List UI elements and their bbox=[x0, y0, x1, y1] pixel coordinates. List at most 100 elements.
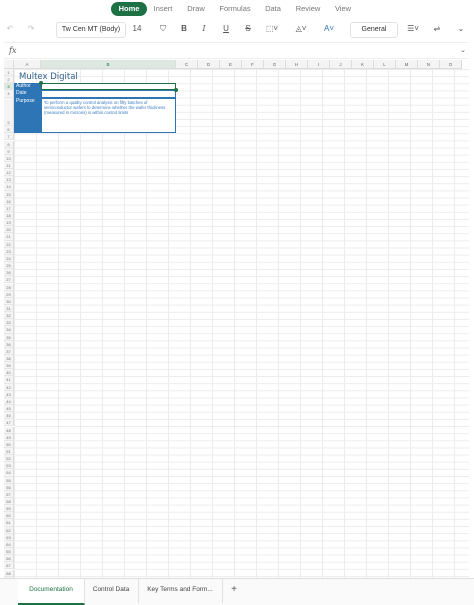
row-header[interactable]: 47 bbox=[4, 419, 14, 427]
row-header[interactable]: 61 bbox=[4, 519, 14, 527]
row-header[interactable]: 32 bbox=[4, 312, 14, 320]
redo-icon[interactable]: ↷ bbox=[24, 22, 38, 36]
row-header[interactable]: 18 bbox=[4, 212, 14, 220]
row-header[interactable]: 59 bbox=[4, 505, 14, 513]
fill-color-icon[interactable]: ◬˅ bbox=[290, 22, 312, 36]
row-header[interactable]: 54 bbox=[4, 469, 14, 477]
purpose-value[interactable]: To perform a quality control analysis on… bbox=[41, 97, 176, 134]
row-header[interactable]: 3 bbox=[4, 83, 14, 91]
row-header[interactable]: 55 bbox=[4, 476, 14, 484]
row-header[interactable]: 37 bbox=[4, 347, 14, 355]
column-header[interactable]: B bbox=[41, 60, 176, 69]
formula-bar[interactable]: fx ⌄ bbox=[4, 42, 469, 59]
row-header[interactable]: 30 bbox=[4, 297, 14, 305]
more-icon[interactable]: ⌄ bbox=[454, 22, 468, 36]
row-header[interactable]: 24 bbox=[4, 254, 14, 263]
column-header[interactable]: F bbox=[242, 60, 264, 69]
row-header[interactable]: 34 bbox=[4, 326, 14, 334]
column-header[interactable]: O bbox=[440, 60, 462, 69]
row-header[interactable]: 67 bbox=[4, 562, 14, 570]
row-header[interactable]: 43 bbox=[4, 390, 14, 398]
row-header[interactable]: 10 bbox=[4, 154, 14, 162]
selected-cell[interactable] bbox=[41, 83, 176, 91]
column-header[interactable]: N bbox=[418, 60, 440, 69]
row-header[interactable]: 58 bbox=[4, 498, 14, 506]
tab-draw[interactable]: Draw bbox=[182, 2, 210, 16]
add-sheet-button[interactable]: + bbox=[226, 579, 242, 603]
font-color-icon[interactable]: A˅ bbox=[318, 22, 340, 36]
undo-icon[interactable]: ↶ bbox=[3, 22, 17, 36]
row-header[interactable]: 65 bbox=[4, 548, 14, 556]
underline-button[interactable]: U bbox=[220, 22, 232, 36]
sheet-title[interactable]: Multex Digital bbox=[19, 72, 78, 82]
row-header[interactable]: 13 bbox=[4, 176, 14, 184]
row-header[interactable]: 17 bbox=[4, 204, 14, 212]
font-size-select[interactable]: 14 bbox=[130, 22, 144, 36]
number-format-select[interactable]: General bbox=[350, 22, 398, 38]
row-header[interactable]: 25 bbox=[4, 262, 14, 270]
row-header[interactable]: 27 bbox=[4, 276, 14, 284]
row-header[interactable]: 1 bbox=[4, 69, 14, 77]
column-header[interactable]: I bbox=[308, 60, 330, 69]
row-header[interactable]: 45 bbox=[4, 405, 14, 413]
sheet-tab-key-terms[interactable]: Key Terms and Form... bbox=[138, 579, 223, 603]
row-header[interactable]: 7 bbox=[4, 133, 14, 141]
row-header[interactable]: 2 bbox=[4, 76, 14, 84]
column-header[interactable]: D bbox=[198, 60, 220, 69]
row-header[interactable]: 33 bbox=[4, 319, 14, 327]
row-header[interactable]: 66 bbox=[4, 555, 14, 563]
row-header[interactable]: 57 bbox=[4, 490, 14, 498]
row-header[interactable]: 21 bbox=[4, 233, 14, 241]
row-header[interactable]: 42 bbox=[4, 383, 14, 391]
tab-insert[interactable]: Insert bbox=[150, 2, 176, 16]
row-header[interactable]: 63 bbox=[4, 533, 14, 541]
row-header[interactable]: 16 bbox=[4, 197, 14, 205]
row-header[interactable]: 56 bbox=[4, 483, 14, 491]
italic-button[interactable]: I bbox=[198, 22, 210, 36]
strikethrough-button[interactable]: S bbox=[242, 22, 254, 36]
row-header[interactable]: 48 bbox=[4, 426, 14, 434]
author-label[interactable]: Author bbox=[14, 83, 41, 91]
column-header[interactable]: L bbox=[374, 60, 396, 69]
row-header[interactable]: 39 bbox=[4, 362, 14, 370]
row-header[interactable]: 35 bbox=[4, 333, 14, 341]
column-header[interactable]: J bbox=[330, 60, 352, 69]
row-header[interactable]: 62 bbox=[4, 526, 14, 534]
row-header[interactable]: 14 bbox=[4, 183, 14, 191]
row-header[interactable]: 6 bbox=[4, 126, 14, 134]
row-header[interactable]: 53 bbox=[4, 462, 14, 470]
row-header[interactable]: 52 bbox=[4, 455, 14, 463]
row-header[interactable]: 12 bbox=[4, 169, 14, 177]
row-header[interactable]: 64 bbox=[4, 540, 14, 549]
row-header[interactable]: 5 bbox=[4, 97, 14, 127]
row-header[interactable]: 15 bbox=[4, 190, 14, 198]
row-header[interactable]: 49 bbox=[4, 433, 14, 441]
borders-icon[interactable]: ⬚˅ bbox=[262, 22, 282, 36]
row-header[interactable]: 41 bbox=[4, 376, 14, 384]
tab-review[interactable]: Review bbox=[292, 2, 324, 16]
row-header[interactable]: 44 bbox=[4, 397, 14, 406]
row-header[interactable]: 28 bbox=[4, 283, 14, 291]
format-painter-icon[interactable]: ⛉ bbox=[156, 22, 170, 36]
row-header[interactable]: 40 bbox=[4, 369, 14, 377]
sheet-tab-control-data[interactable]: Control Data bbox=[84, 579, 139, 603]
row-header[interactable]: 22 bbox=[4, 240, 14, 248]
row-header[interactable]: 36 bbox=[4, 340, 14, 348]
column-header[interactable]: M bbox=[396, 60, 418, 69]
row-header[interactable]: 51 bbox=[4, 447, 14, 456]
row-header[interactable]: 60 bbox=[4, 512, 14, 520]
row-header[interactable]: 11 bbox=[4, 161, 14, 170]
column-header[interactable]: H bbox=[286, 60, 308, 69]
row-header[interactable]: 46 bbox=[4, 412, 14, 420]
row-header[interactable]: 20 bbox=[4, 226, 14, 234]
row-header[interactable]: 50 bbox=[4, 440, 14, 448]
sheet-tab-documentation[interactable]: Documentation bbox=[18, 579, 85, 605]
row-header[interactable]: 23 bbox=[4, 247, 14, 255]
tab-home[interactable]: Home bbox=[111, 2, 147, 16]
column-header[interactable]: C bbox=[176, 60, 198, 69]
tab-formulas[interactable]: Formulas bbox=[215, 2, 255, 16]
row-header[interactable]: 38 bbox=[4, 355, 14, 363]
row-header[interactable]: 26 bbox=[4, 269, 14, 277]
row-header[interactable]: 68 bbox=[4, 569, 14, 577]
row-header[interactable]: 9 bbox=[4, 147, 14, 155]
